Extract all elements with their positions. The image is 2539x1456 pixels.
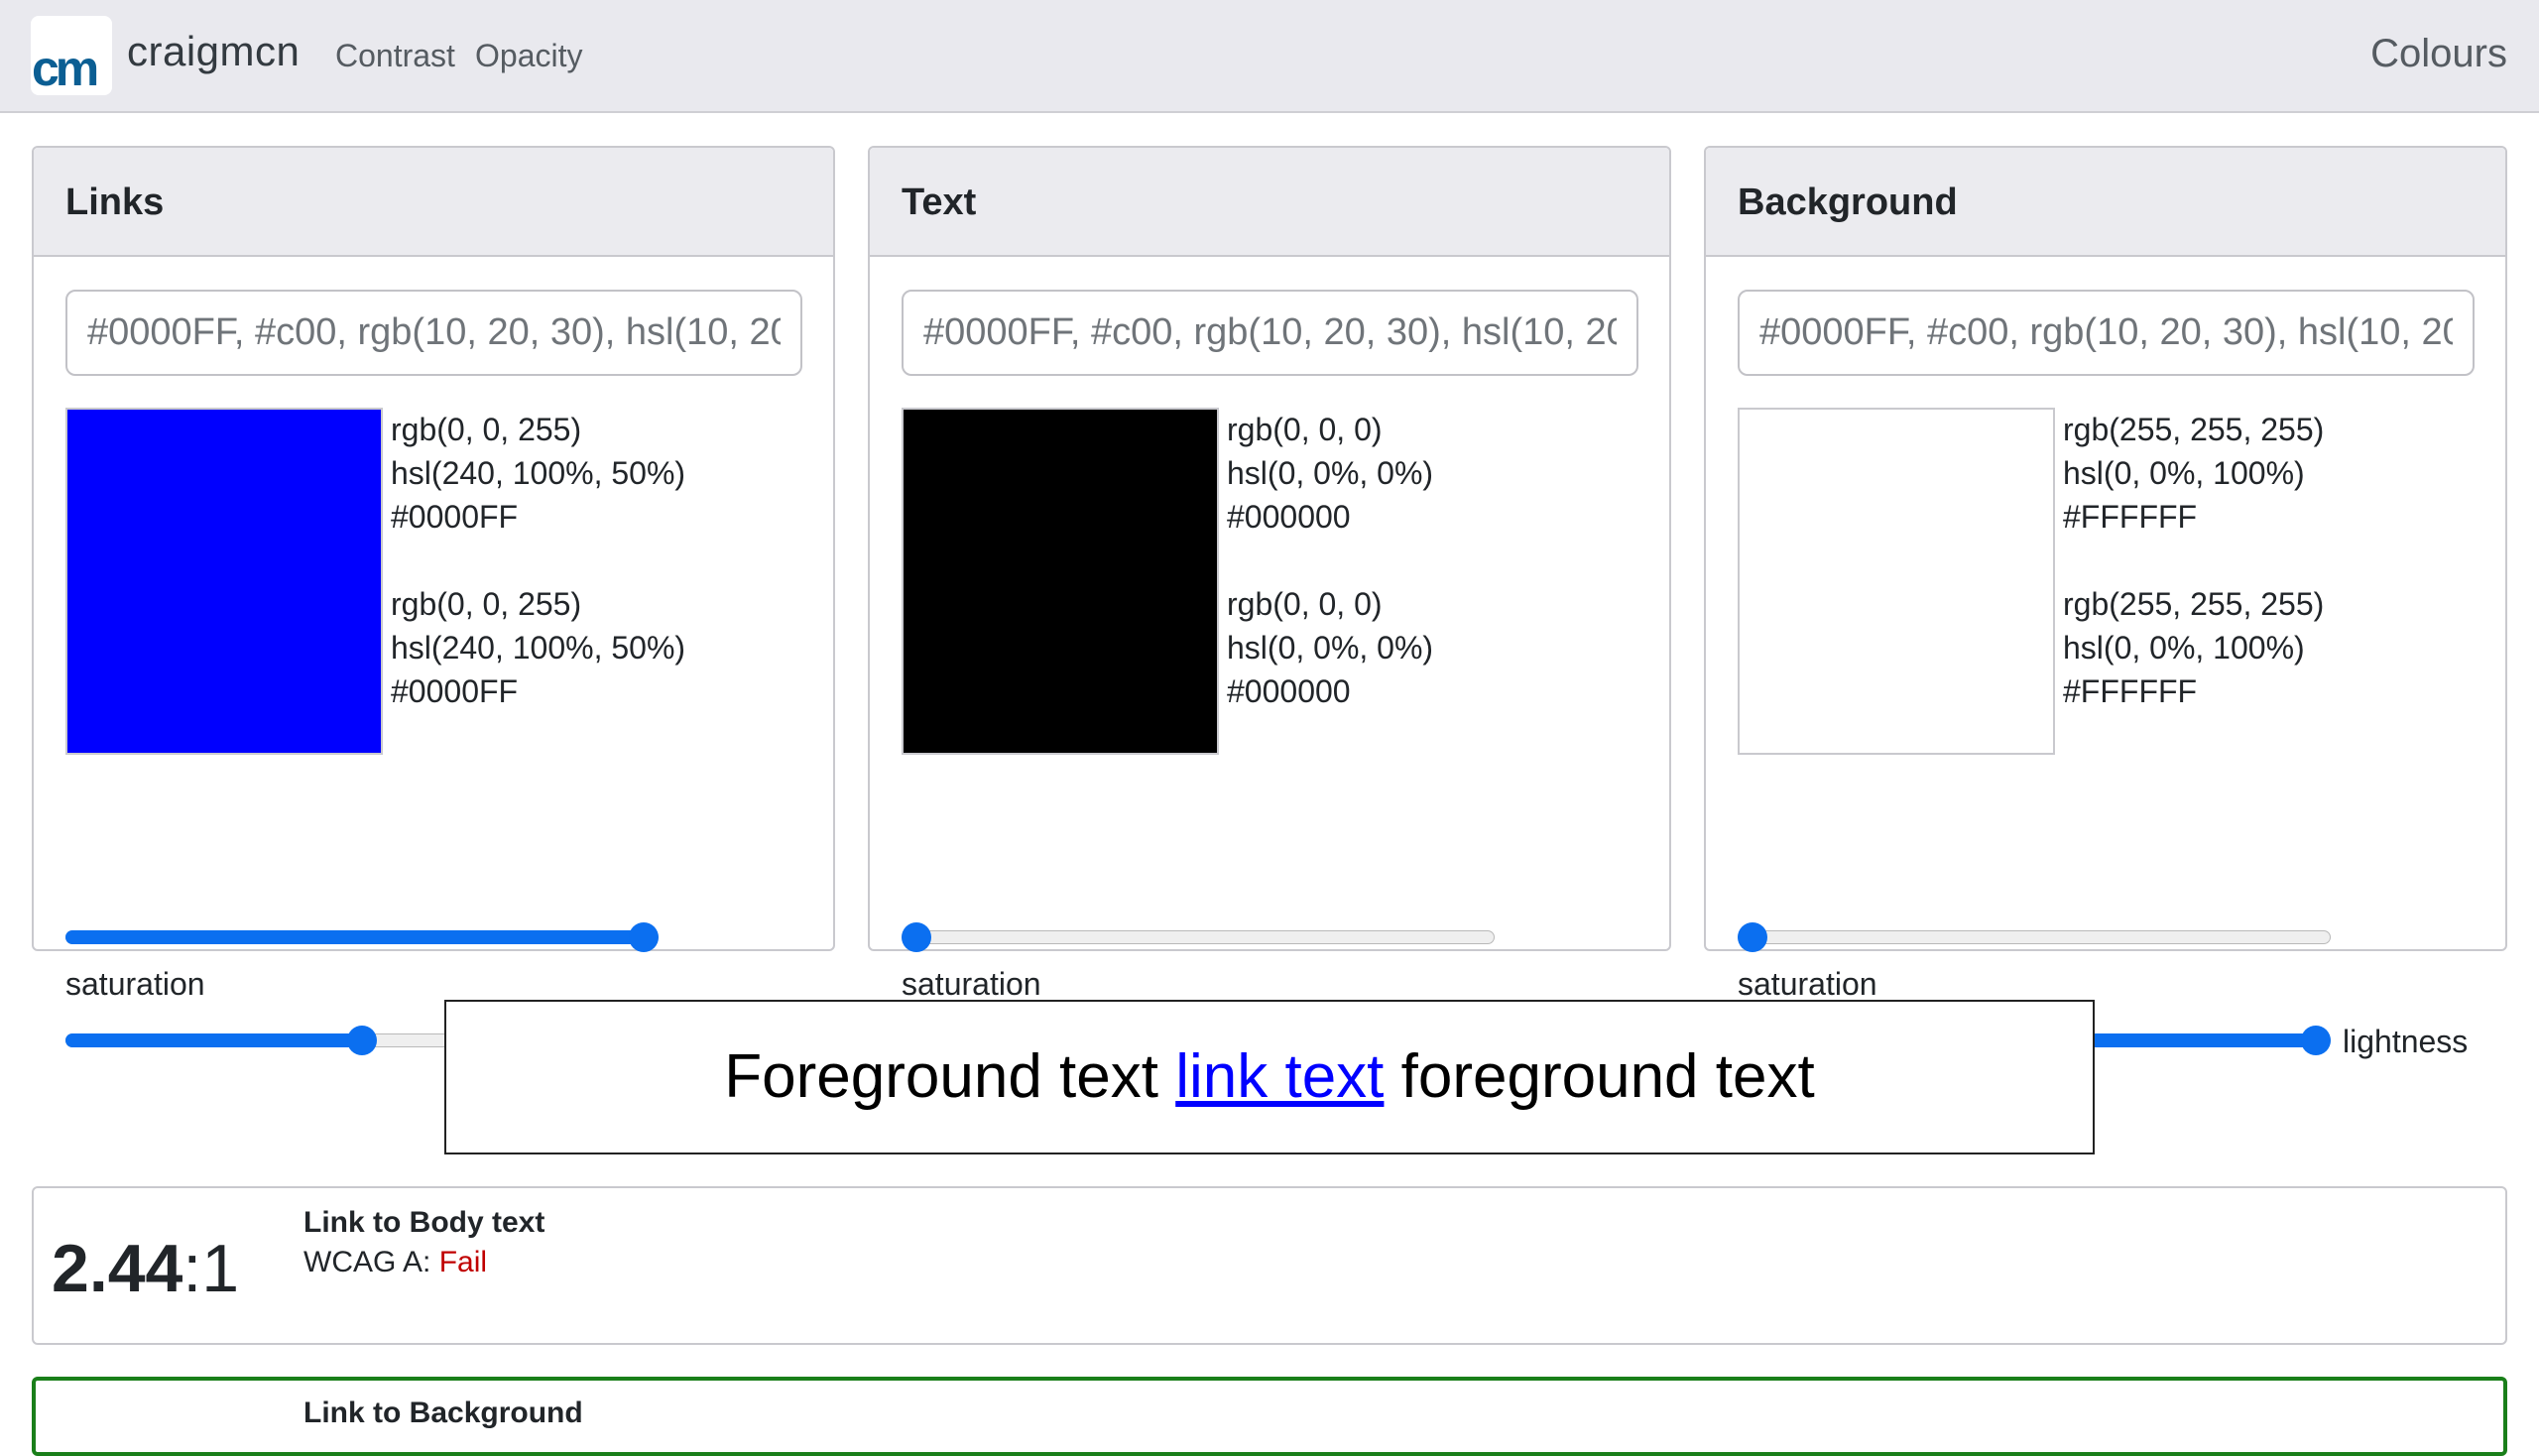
rgb-value-secondary: rgb(0, 0, 0) [1227, 586, 1383, 622]
preview-link[interactable]: link text [1175, 1042, 1384, 1111]
colour-values: rgb(0, 0, 0) hsl(0, 0%, 0%) #000000 rgb(… [1227, 408, 1433, 713]
rgb-value-secondary: rgb(0, 0, 255) [391, 586, 582, 622]
result-link-to-body: 2.44:1 Link to Body text WCAG A: Fail [32, 1186, 2507, 1345]
links-card: Links rgb(0, 0, 255) hsl(240, 100%, 50%)… [32, 146, 835, 1059]
logo-text: cm [32, 41, 99, 95]
card-title: Links [34, 148, 833, 257]
preview-foreground-text: Foreground text [724, 1042, 1176, 1111]
page-title[interactable]: Colours [2370, 32, 2507, 76]
hsl-value-secondary: hsl(0, 0%, 0%) [1227, 630, 1434, 666]
hex-value: #0000FF [391, 499, 519, 535]
nav-link-opacity[interactable]: Opacity [475, 38, 582, 74]
hsl-value-secondary: hsl(0, 0%, 100%) [2063, 630, 2305, 666]
hsl-value-secondary: hsl(240, 100%, 50%) [391, 630, 686, 666]
card-title: Background [1706, 148, 2505, 257]
nav-link-contrast[interactable]: Contrast [335, 38, 455, 74]
result-title: Link to Body text [303, 1206, 545, 1239]
hsl-value: hsl(240, 100%, 50%) [391, 455, 686, 491]
slider-track [902, 930, 1495, 944]
result-link-to-background: Link to Background [32, 1377, 2507, 1456]
lightness-label: lightness [2343, 1024, 2469, 1059]
slider-thumb[interactable] [1738, 922, 1767, 952]
slider-track [1738, 930, 2331, 944]
hsl-value: hsl(0, 0%, 100%) [2063, 455, 2305, 491]
saturation-label: saturation [65, 966, 205, 1002]
hex-value-secondary: #0000FF [391, 673, 519, 709]
text-card: Text rgb(0, 0, 0) hsl(0, 0%, 0%) #000000… [868, 146, 1671, 1059]
rgb-value: rgb(0, 0, 0) [1227, 412, 1383, 447]
slider-fill [65, 930, 644, 944]
slider-thumb[interactable] [2301, 1026, 2331, 1055]
saturation-slider[interactable] [1738, 922, 2331, 952]
wcag-label: WCAG A: [303, 1246, 439, 1278]
saturation-label: saturation [1738, 966, 1877, 1002]
links-colour-input[interactable] [65, 290, 802, 376]
hex-value: #FFFFFF [2063, 499, 2198, 535]
card-title: Text [870, 148, 1669, 257]
slider-thumb[interactable] [902, 922, 931, 952]
colour-values: rgb(255, 255, 255) hsl(0, 0%, 100%) #FFF… [2063, 408, 2324, 713]
wcag-line: WCAG A: Fail [303, 1246, 487, 1279]
contrast-ratio: 2.44:1 [52, 1230, 239, 1307]
hex-value: #000000 [1227, 499, 1351, 535]
colour-swatch [1738, 408, 2055, 755]
wcag-fail-badge: Fail [438, 1246, 488, 1278]
colour-values: rgb(0, 0, 255) hsl(240, 100%, 50%) #0000… [391, 408, 685, 713]
slider-thumb[interactable] [629, 922, 659, 952]
contrast-preview: Foreground text link text foreground tex… [444, 1000, 2095, 1154]
background-colour-input[interactable] [1738, 290, 2475, 376]
saturation-label: saturation [902, 966, 1041, 1002]
rgb-value-secondary: rgb(255, 255, 255) [2063, 586, 2325, 622]
slider-fill [65, 1033, 362, 1047]
top-navbar: cm craigmcn Contrast Opacity Colours [0, 0, 2539, 113]
colour-swatch [902, 408, 1219, 755]
text-colour-input[interactable] [902, 290, 1638, 376]
ratio-suffix: :1 [182, 1231, 240, 1306]
preview-foreground-text-end: foreground text [1384, 1042, 1815, 1111]
hex-value-secondary: #000000 [1227, 673, 1351, 709]
colour-swatch [65, 408, 383, 755]
rgb-value: rgb(0, 0, 255) [391, 412, 582, 447]
result-title: Link to Background [303, 1396, 583, 1429]
slider-thumb[interactable] [347, 1026, 377, 1055]
ratio-value: 2.44 [52, 1231, 183, 1306]
hex-value-secondary: #FFFFFF [2063, 673, 2198, 709]
background-card: Background rgb(255, 255, 255) hsl(0, 0%,… [1704, 146, 2507, 1059]
saturation-slider[interactable] [902, 922, 1495, 952]
hsl-value: hsl(0, 0%, 0%) [1227, 455, 1434, 491]
logo[interactable]: cm [31, 16, 112, 95]
brand-name[interactable]: craigmcn [127, 28, 300, 75]
saturation-slider[interactable] [65, 922, 659, 952]
rgb-value: rgb(255, 255, 255) [2063, 412, 2325, 447]
